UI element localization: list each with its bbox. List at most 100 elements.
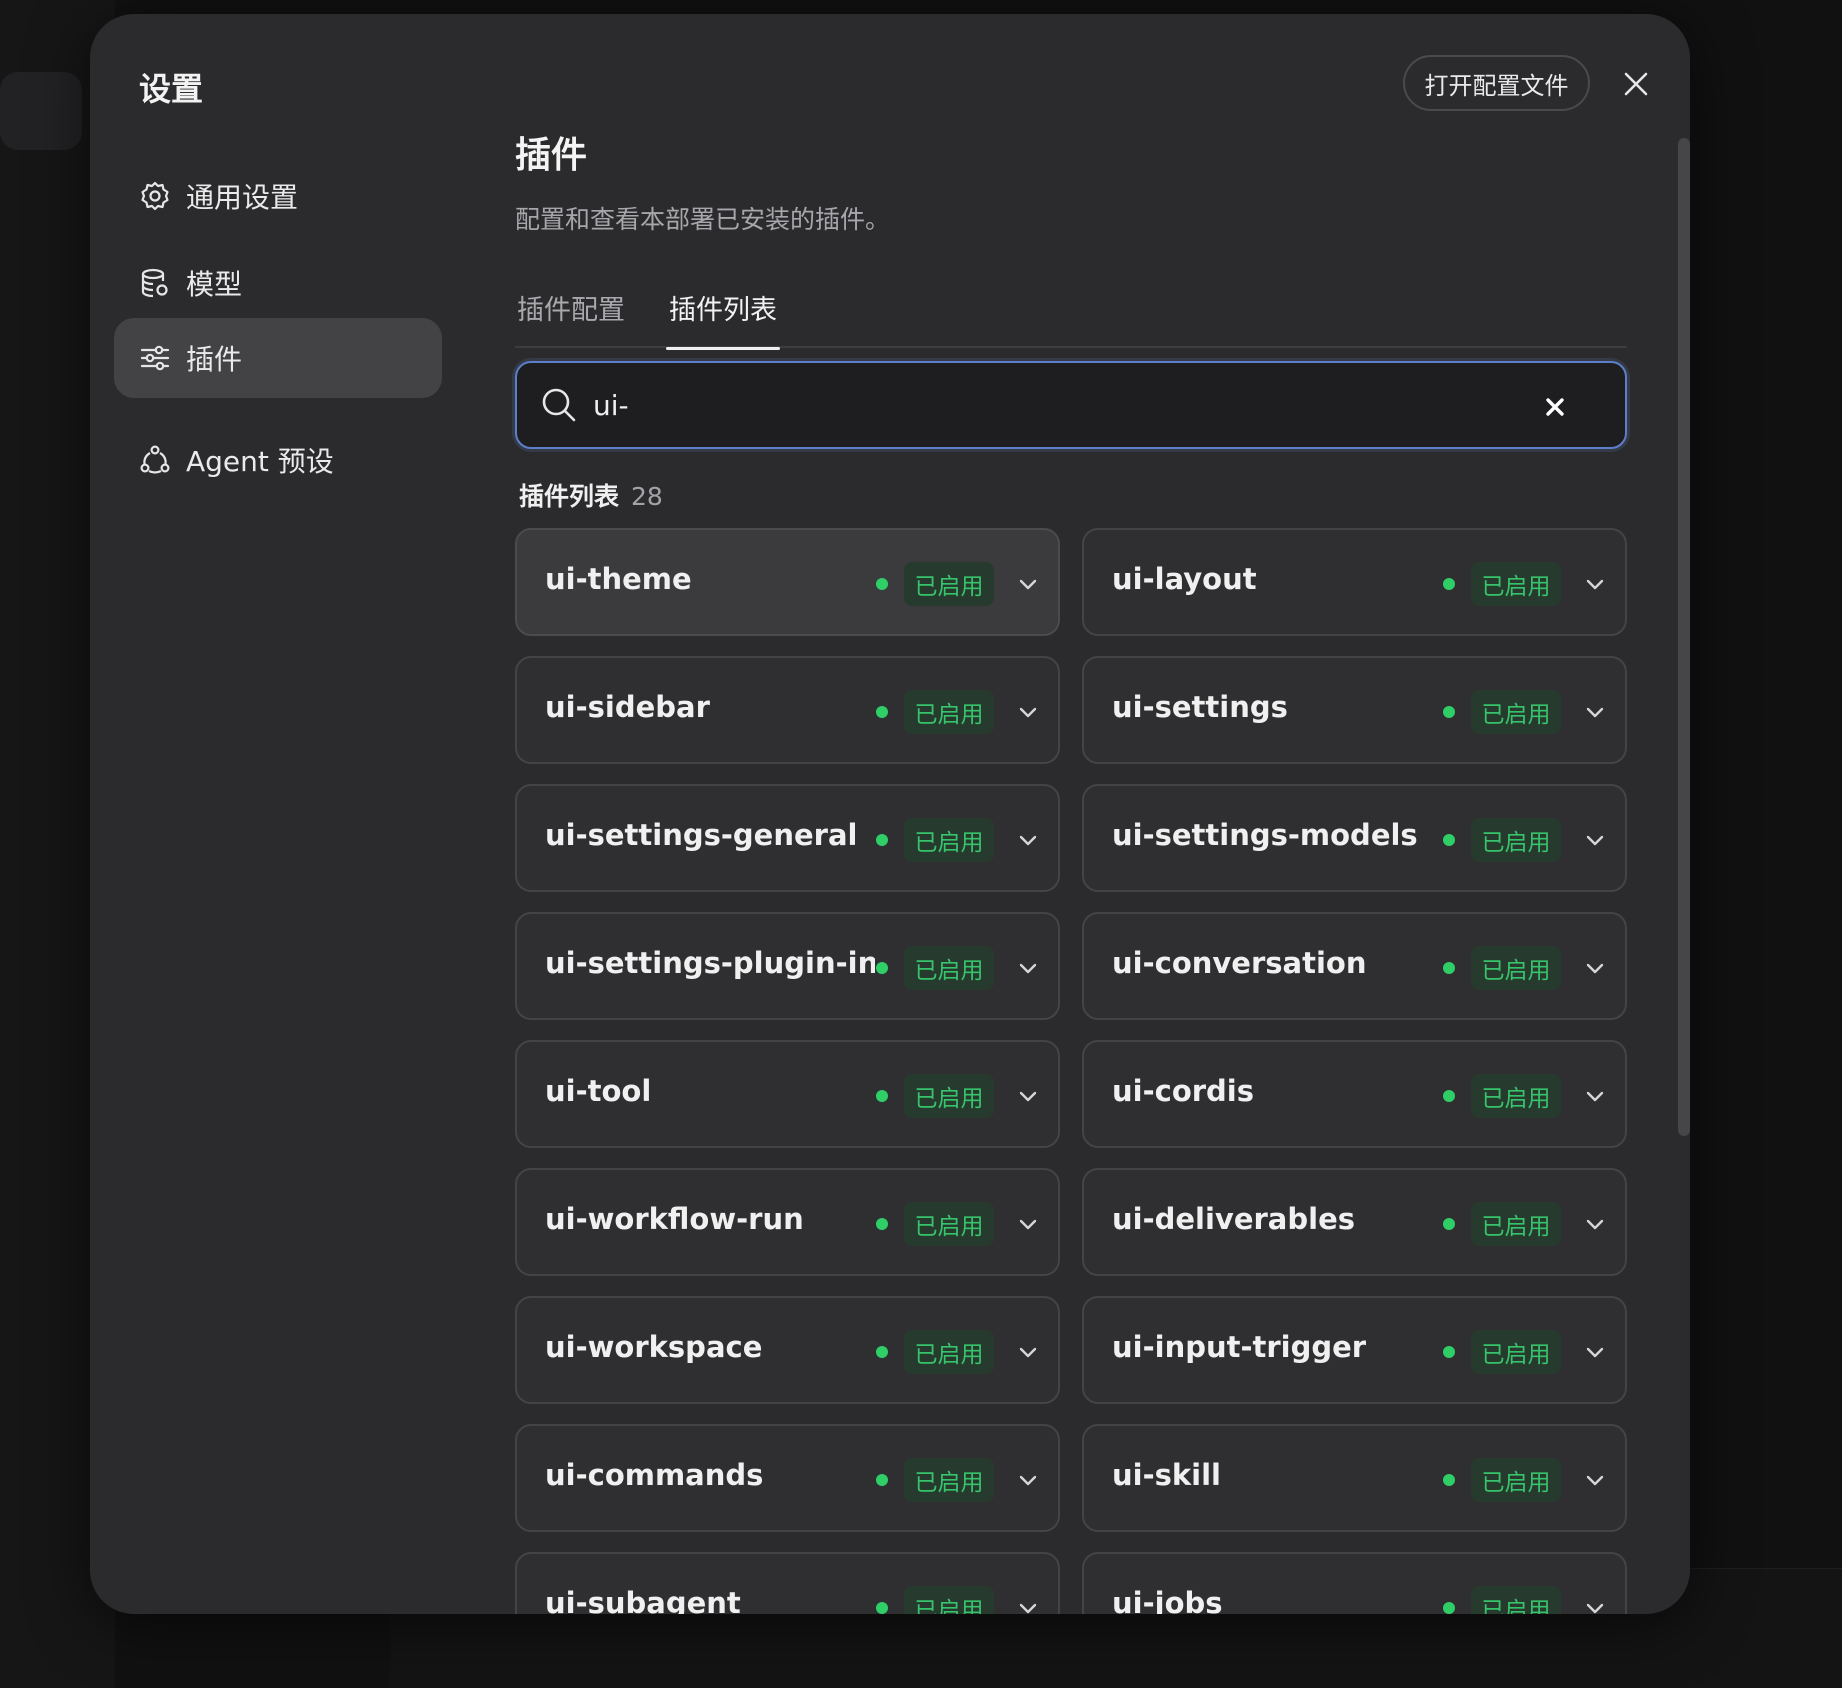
status-badge: 已启用 bbox=[904, 1202, 994, 1246]
chevron-down-icon[interactable] bbox=[1581, 698, 1609, 726]
plugin-card[interactable]: ui-workspace 已启用 bbox=[515, 1296, 1060, 1404]
plugin-card[interactable]: ui-workflow-run 已启用 bbox=[515, 1168, 1060, 1276]
status-dot bbox=[876, 1218, 888, 1230]
status-dot bbox=[876, 834, 888, 846]
plugin-card[interactable]: ui-cordis 已启用 bbox=[1082, 1040, 1627, 1148]
status-badge: 已启用 bbox=[904, 1330, 994, 1374]
plugin-name: ui-settings-general bbox=[545, 818, 858, 852]
chevron-down-icon[interactable] bbox=[1014, 954, 1042, 982]
chevron-down-icon[interactable] bbox=[1014, 1210, 1042, 1238]
plugin-card[interactable]: ui-deliverables 已启用 bbox=[1082, 1168, 1627, 1276]
chevron-down-icon[interactable] bbox=[1581, 954, 1609, 982]
chevron-down-icon[interactable] bbox=[1581, 1338, 1609, 1366]
status-dot bbox=[1443, 578, 1455, 590]
chevron-down-icon[interactable] bbox=[1014, 1338, 1042, 1366]
plugin-card[interactable]: ui-settings 已启用 bbox=[1082, 656, 1627, 764]
status-badge: 已启用 bbox=[904, 690, 994, 734]
search-icon bbox=[542, 388, 576, 422]
status-badge: 已启用 bbox=[1471, 946, 1561, 990]
tab-plugin-list[interactable]: 插件列表 bbox=[666, 288, 780, 350]
status-dot bbox=[1443, 1346, 1455, 1358]
plugin-card[interactable]: ui-sidebar 已启用 bbox=[515, 656, 1060, 764]
database-icon bbox=[138, 266, 172, 300]
sidebar-item-models[interactable]: 模型 bbox=[114, 243, 442, 323]
plugin-name: ui-commands bbox=[545, 1458, 764, 1492]
page-title: 插件 bbox=[515, 135, 588, 176]
plugin-card[interactable]: ui-jobs 已启用 bbox=[1082, 1552, 1627, 1614]
status-dot bbox=[1443, 1090, 1455, 1102]
sliders-icon bbox=[138, 341, 172, 375]
plugin-card[interactable]: ui-settings-models 已启用 bbox=[1082, 784, 1627, 892]
plugin-name: ui-deliverables bbox=[1112, 1202, 1356, 1236]
plugin-card[interactable]: ui-subagent 已启用 bbox=[515, 1552, 1060, 1614]
status-dot bbox=[1443, 834, 1455, 846]
status-badge: 已启用 bbox=[904, 1458, 994, 1502]
status-dot bbox=[876, 1346, 888, 1358]
status-badge: 已启用 bbox=[1471, 1074, 1561, 1118]
tab-bar: 插件配置 插件列表 bbox=[515, 276, 1627, 350]
chevron-down-icon[interactable] bbox=[1014, 1082, 1042, 1110]
status-badge: 已启用 bbox=[904, 1074, 994, 1118]
chevron-down-icon[interactable] bbox=[1014, 826, 1042, 854]
close-button[interactable] bbox=[1616, 64, 1656, 104]
plugin-search-box bbox=[515, 361, 1627, 449]
plugin-card[interactable]: ui-skill 已启用 bbox=[1082, 1424, 1627, 1532]
plugin-name: ui-conversation bbox=[1112, 946, 1367, 980]
plugin-card[interactable]: ui-tool 已启用 bbox=[515, 1040, 1060, 1148]
plugin-list-title: 插件列表 bbox=[519, 482, 620, 511]
open-config-file-button[interactable]: 打开配置文件 bbox=[1403, 55, 1590, 111]
plugin-name: ui-settings bbox=[1112, 690, 1288, 724]
plugin-card[interactable]: ui-conversation 已启用 bbox=[1082, 912, 1627, 1020]
close-icon bbox=[1624, 72, 1648, 96]
clear-search-button[interactable] bbox=[1537, 389, 1573, 425]
plugin-card[interactable]: ui-settings-general 已启用 bbox=[515, 784, 1060, 892]
plugin-card[interactable]: ui-theme 已启用 bbox=[515, 528, 1060, 636]
status-dot bbox=[876, 1090, 888, 1102]
gear-icon bbox=[138, 179, 172, 213]
plugin-name: ui-settings-models bbox=[1112, 818, 1418, 852]
status-dot bbox=[876, 962, 888, 974]
plugin-name: ui-tool bbox=[545, 1074, 652, 1108]
status-badge: 已启用 bbox=[904, 946, 994, 990]
page-description: 配置和查看本部署已安装的插件。 bbox=[515, 205, 891, 234]
agent-network-icon bbox=[138, 443, 172, 477]
status-dot bbox=[876, 1602, 888, 1614]
chevron-down-icon[interactable] bbox=[1581, 1082, 1609, 1110]
chevron-down-icon[interactable] bbox=[1581, 1210, 1609, 1238]
chevron-down-icon[interactable] bbox=[1014, 698, 1042, 726]
chevron-down-icon[interactable] bbox=[1014, 1594, 1042, 1614]
plugin-card[interactable]: ui-settings-plugin-in... 已启用 bbox=[515, 912, 1060, 1020]
chevron-down-icon[interactable] bbox=[1581, 1594, 1609, 1614]
status-dot bbox=[1443, 1218, 1455, 1230]
sidebar-item-label: 通用设置 bbox=[186, 181, 299, 214]
sidebar-item-plugins[interactable]: 插件 bbox=[114, 318, 442, 398]
chevron-down-icon[interactable] bbox=[1014, 1466, 1042, 1494]
plugin-name: ui-settings-plugin-in... bbox=[545, 946, 875, 980]
status-badge: 已启用 bbox=[904, 562, 994, 606]
status-badge: 已启用 bbox=[1471, 1458, 1561, 1502]
plugin-name: ui-theme bbox=[545, 562, 692, 596]
sidebar-item-label: 插件 bbox=[186, 343, 243, 376]
chevron-down-icon[interactable] bbox=[1581, 1466, 1609, 1494]
sidebar-item-label: Agent 预设 bbox=[186, 445, 334, 478]
chevron-down-icon[interactable] bbox=[1581, 570, 1609, 598]
plugin-search-input[interactable] bbox=[591, 377, 1491, 433]
sidebar-item-label: 模型 bbox=[186, 268, 243, 301]
clear-icon bbox=[1546, 398, 1564, 416]
chevron-down-icon[interactable] bbox=[1581, 826, 1609, 854]
plugin-name: ui-subagent bbox=[545, 1586, 741, 1614]
plugin-name: ui-input-trigger bbox=[1112, 1330, 1367, 1364]
scrollbar-thumb[interactable] bbox=[1678, 138, 1690, 1136]
status-badge: 已启用 bbox=[1471, 1202, 1561, 1246]
settings-modal: 设置 打开配置文件 通用设置 模型 插件 Agent 预设 插件 配置和查看本部… bbox=[90, 14, 1690, 1614]
tab-plugin-config[interactable]: 插件配置 bbox=[517, 288, 625, 348]
plugin-card[interactable]: ui-input-trigger 已启用 bbox=[1082, 1296, 1627, 1404]
sidebar-item-agent-presets[interactable]: Agent 预设 bbox=[114, 420, 442, 500]
status-badge: 已启用 bbox=[904, 818, 994, 862]
plugin-card[interactable]: ui-layout 已启用 bbox=[1082, 528, 1627, 636]
plugin-card[interactable]: ui-commands 已启用 bbox=[515, 1424, 1060, 1532]
sidebar-item-general[interactable]: 通用设置 bbox=[114, 156, 442, 236]
status-badge: 已启用 bbox=[1471, 690, 1561, 734]
background-nav-pill bbox=[0, 72, 82, 150]
chevron-down-icon[interactable] bbox=[1014, 570, 1042, 598]
